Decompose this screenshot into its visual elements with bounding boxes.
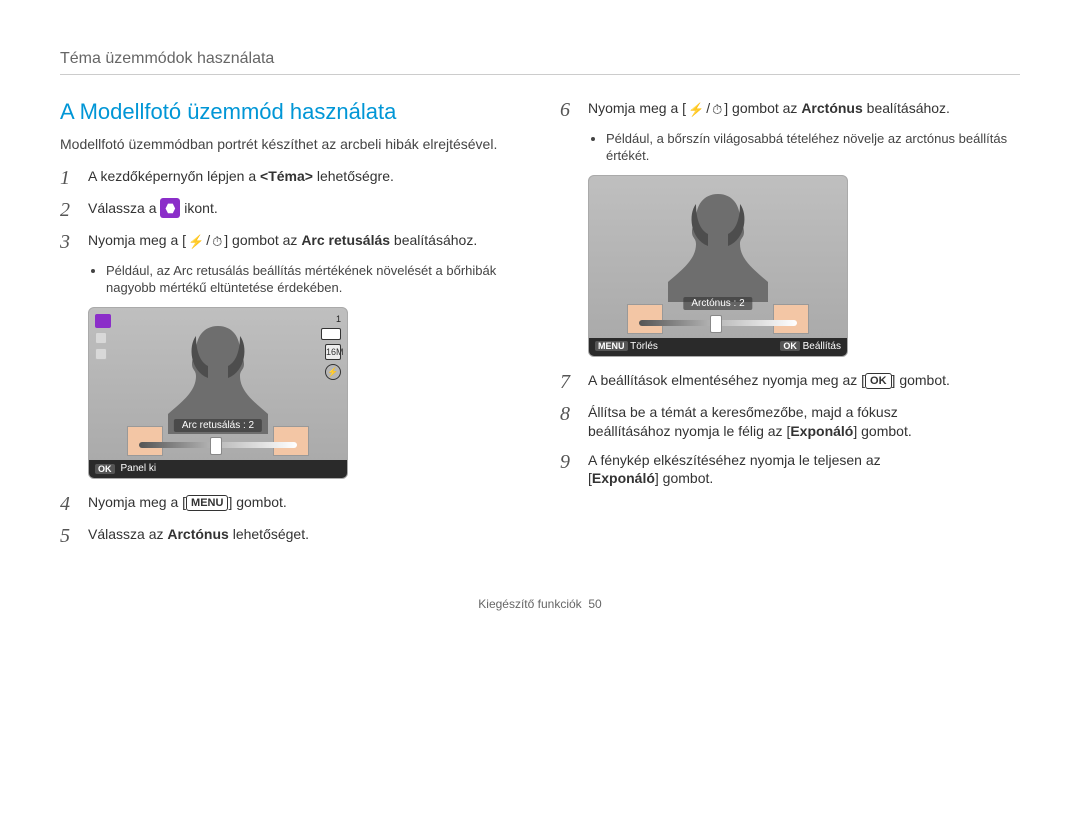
keyword-theme: <Téma> [260,168,313,184]
counter-label: 1 [336,314,341,324]
step-5: 5 Válassza az Arctónus lehetőséget. [60,525,520,547]
step-text: ] gombot az [224,232,301,248]
step-text: ikont. [184,200,217,216]
flash-icon: ⚡ [686,101,706,119]
left-column: A Modellfotó üzemmód használata Modellfo… [60,99,520,557]
flash-status-icon: ⚡ [325,364,341,380]
step-9: 9 A fénykép elkészítéséhez nyomja le tel… [560,451,1020,489]
step-text: A fénykép elkészítéséhez nyomja le telje… [588,452,881,468]
footer-section: Kiegészítő funkciók [478,597,581,611]
step-6-note: Például, a bőrszín világosabbá tételéhez… [588,131,1020,165]
battery-icon [321,328,341,340]
flash-icon: ⚡ [186,233,206,251]
step-number: 3 [60,231,78,253]
ok-chip: OK [780,341,800,351]
ok-button-icon: OK [865,373,892,389]
step-4: 4 Nyomja meg a [MENU] gombot. [60,493,520,515]
step-text: ] gombot. [892,372,950,388]
step-text: bealításához. [390,232,477,248]
footer-label: Beállítás [803,341,841,352]
step-number: 5 [60,525,78,547]
right-column: 6 Nyomja meg a [⚡/⏱] gombot az Arctónus … [560,99,1020,557]
step-text: bealításához. [863,100,950,116]
step-3-note: Például, az Arc retusálás beállítás mért… [88,263,520,297]
mode-icon [95,314,111,328]
step-text: Állítsa be a témát a keresőmezőbe, majd … [588,404,898,420]
breadcrumb: Téma üzemmódok használata [60,50,1020,75]
footer-page-number: 50 [588,597,601,611]
step-number: 7 [560,371,578,393]
step-text: ] gombot. [228,494,286,510]
step-text: Válassza a [88,200,160,216]
step-text: Válassza az [88,526,167,542]
step-text: ] gombot az [724,100,801,116]
portrait-silhouette [148,316,288,436]
step-text: A kezdőképernyőn lépjen a [88,168,260,184]
intro-text: Modellfotó üzemmódban portrét készíthet … [60,135,520,153]
note-item: Például, a bőrszín világosabbá tételéhez… [606,131,1020,165]
keyword-shutter: Exponáló [790,423,853,439]
camera-screenshot-facetone: Arctónus : 2 MENU Törlés [588,175,848,357]
step-8: 8 Állítsa be a témát a keresőmezőbe, maj… [560,403,1020,441]
cam-footer: OK Panel ki [89,460,347,478]
section-title: A Modellfotó üzemmód használata [60,99,520,125]
camera-screenshot-retouch: 1 16M ⚡ Arc retusálás : 2 [88,307,348,479]
step-text: A beállítások elmentéséhez nyomja meg az… [588,372,865,388]
status-icon [95,332,107,344]
step-text: lehetőségre. [313,168,394,184]
keyword-face-tone: Arctónus [801,100,862,116]
step-number: 9 [560,451,578,473]
step-text: ] gombot. [655,470,713,486]
step-2: 2 Válassza a ikont. [60,199,520,221]
keyword-shutter: Exponáló [592,470,655,486]
menu-chip: MENU [595,341,628,351]
card-icon: 16M [325,344,341,360]
step-number: 6 [560,99,578,121]
step-3: 3 Nyomja meg a [⚡/⏱] gombot az Arc retus… [60,231,520,253]
step-number: 2 [60,199,78,221]
step-text: Nyomja meg a [ [88,494,186,510]
step-text: Nyomja meg a [ [88,232,186,248]
preview-thumb [127,426,163,456]
keyword-face-tone: Arctónus [167,526,228,542]
step-text: beállításához nyomja le félig az [ [588,423,790,439]
step-text: Nyomja meg a [ [588,100,686,116]
timer-icon: ⏱ [210,233,224,251]
beauty-mode-icon [160,198,180,218]
cam-left-status-icons [95,314,111,360]
step-text: lehetőséget. [229,526,309,542]
cam-footer: MENU Törlés OK Beállítás [589,338,847,356]
ok-chip: OK [95,464,115,474]
footer-label: Törlés [630,341,658,352]
keyword-face-retouch: Arc retusálás [301,232,390,248]
facetone-slider [639,320,797,326]
step-number: 8 [560,403,578,425]
retouch-slider [139,442,297,448]
step-number: 1 [60,167,78,189]
step-number: 4 [60,493,78,515]
step-1: 1 A kezdőképernyőn lépjen a <Téma> lehet… [60,167,520,189]
preview-thumb [627,304,663,334]
status-icon [95,348,107,360]
preview-thumb [773,304,809,334]
page-footer: Kiegészítő funkciók 50 [60,597,1020,611]
step-text: ] gombot. [853,423,911,439]
menu-button-icon: MENU [186,495,228,511]
cam-right-status-icons: 1 16M ⚡ [321,314,341,380]
preview-thumb [273,426,309,456]
step-6: 6 Nyomja meg a [⚡/⏱] gombot az Arctónus … [560,99,1020,121]
note-item: Például, az Arc retusálás beállítás mért… [106,263,520,297]
step-7: 7 A beállítások elmentéséhez nyomja meg … [560,371,1020,393]
timer-icon: ⏱ [710,101,724,119]
portrait-silhouette [648,184,788,304]
footer-label: Panel ki [121,463,157,474]
